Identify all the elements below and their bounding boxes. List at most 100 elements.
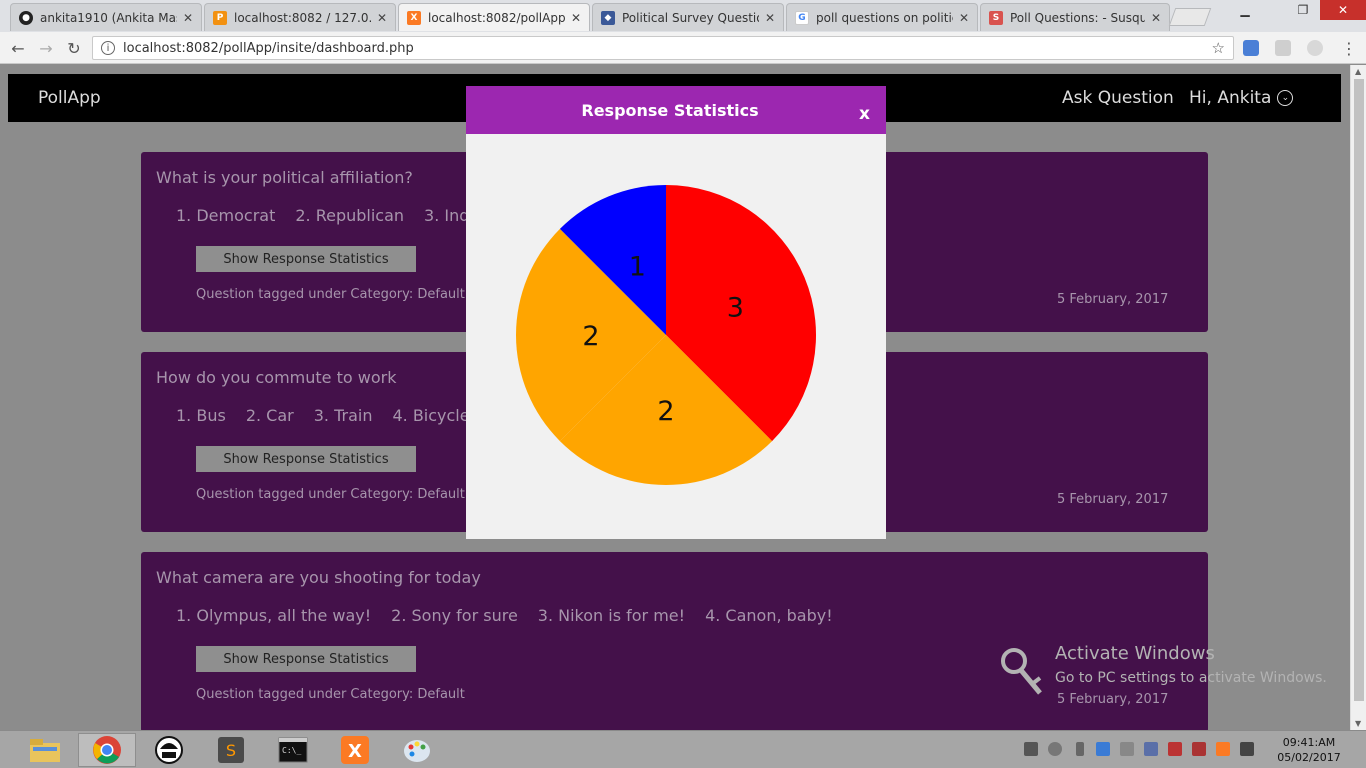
tray-icon[interactable] (1192, 742, 1206, 756)
option-item[interactable]: 1. Olympus, all the way! (176, 606, 371, 625)
option-item[interactable]: 1. Bus (176, 406, 226, 425)
close-tab-icon[interactable]: ✕ (571, 11, 581, 25)
svg-text:S: S (226, 741, 236, 760)
close-tab-icon[interactable]: ✕ (377, 11, 387, 25)
survey-icon: ◆ (601, 10, 615, 25)
option-item[interactable]: 3. Ind (424, 206, 469, 225)
option-item[interactable]: 4. Canon, baby! (705, 606, 833, 625)
options-list: 1. Democrat 2. Republican 3. Ind (176, 206, 469, 225)
tray-icon[interactable] (1144, 742, 1158, 756)
option-item[interactable]: 3. Nikon is for me! (538, 606, 685, 625)
phpmyadmin-icon: P (213, 10, 227, 25)
browser-tab-strip: ● ankita1910 (Ankita Masand) ✕ P localho… (0, 0, 1366, 32)
window-close-button[interactable]: ✕ (1320, 0, 1366, 20)
pie-slice-label: 2 (582, 321, 599, 352)
volume-tray-icon[interactable] (1168, 742, 1182, 756)
app-brand[interactable]: PollApp (38, 88, 101, 108)
clock-date: 05/02/2017 (1277, 751, 1341, 764)
tray-icon[interactable] (1240, 742, 1254, 756)
tray-icon[interactable] (1120, 742, 1134, 756)
github-icon: ● (19, 10, 33, 25)
show-response-statistics-button[interactable]: Show Response Statistics (196, 446, 416, 472)
reload-icon[interactable]: ↻ (63, 37, 85, 59)
bookmark-star-icon[interactable]: ☆ (1212, 39, 1225, 57)
browser-tab[interactable]: ◆ Political Survey Questions ✕ (592, 3, 784, 31)
close-tab-icon[interactable]: ✕ (1151, 11, 1161, 25)
paint-icon[interactable] (388, 733, 446, 767)
greeting-text: Hi, Ankita (1189, 88, 1272, 108)
new-tab-button[interactable] (1168, 8, 1212, 26)
options-list: 1. Bus 2. Car 3. Train 4. Bicycle (176, 406, 470, 425)
scroll-down-icon[interactable]: ▼ (1355, 719, 1361, 728)
network-tray-icon[interactable] (1024, 742, 1038, 756)
option-item[interactable]: 1. Democrat (176, 206, 275, 225)
chrome-icon[interactable] (78, 733, 136, 767)
category-text: Question tagged under Category: Default (196, 287, 465, 302)
info-icon[interactable]: i (101, 41, 115, 55)
category-text: Question tagged under Category: Default (196, 687, 465, 702)
scroll-up-icon[interactable]: ▲ (1355, 67, 1361, 76)
browser-tab[interactable]: ● ankita1910 (Ankita Masand) ✕ (10, 3, 202, 31)
restore-button[interactable]: ❐ (1288, 0, 1318, 20)
extension-icon[interactable] (1307, 40, 1323, 56)
pie-slice-label: 3 (727, 292, 744, 323)
show-response-statistics-button[interactable]: Show Response Statistics (196, 646, 416, 672)
clock-time: 09:41:AM (1282, 736, 1336, 749)
browser-tab[interactable]: S Poll Questions: - Susquehanna ✕ (980, 3, 1170, 31)
tray-icon[interactable] (1096, 742, 1110, 756)
options-list: 1. Olympus, all the way! 2. Sony for sur… (176, 606, 833, 625)
browser-tab-active[interactable]: X localhost:8082/pollApp/insite ✕ (398, 3, 590, 31)
option-item[interactable]: 4. Bicycle (392, 406, 469, 425)
show-response-statistics-button[interactable]: Show Response Statistics (196, 246, 416, 272)
battery-tray-icon[interactable] (1076, 742, 1084, 756)
modal-title: Response Statistics (581, 101, 759, 120)
close-tab-icon[interactable]: ✕ (959, 11, 969, 25)
url-text: localhost:8082/pollApp/insite/dashboard.… (123, 40, 414, 56)
question-text: What camera are you shooting for today (156, 568, 481, 587)
back-icon[interactable]: ← (7, 37, 29, 59)
sync-tray-icon[interactable] (1048, 742, 1062, 756)
date-text: 5 February, 2017 (1057, 492, 1169, 507)
xampp-tray-icon[interactable] (1216, 742, 1230, 756)
browser-tab[interactable]: G poll questions on politics ✕ (786, 3, 978, 31)
chevron-down-icon: ⌄ (1277, 90, 1294, 106)
browser-toolbar: ← → ↻ i localhost:8082/pollApp/insite/da… (0, 32, 1366, 64)
question-card: What camera are you shooting for today 1… (141, 552, 1208, 730)
sublime-text-icon[interactable]: S (202, 733, 260, 767)
question-text: How do you commute to work (156, 368, 397, 387)
address-bar[interactable]: i localhost:8082/pollApp/insite/dashboar… (92, 36, 1234, 60)
browser-tab[interactable]: P localhost:8082 / 127.0.0.1 ✕ (204, 3, 396, 31)
modal-close-button[interactable]: x (859, 104, 870, 124)
option-item[interactable]: 2. Republican (295, 206, 404, 225)
response-statistics-modal: Response Statistics x 3 2 2 1 (466, 86, 886, 539)
system-clock[interactable]: 09:41:AM 05/02/2017 (1274, 735, 1344, 765)
forward-icon[interactable]: → (35, 37, 57, 59)
extension-icon[interactable] (1275, 40, 1291, 56)
pie-slice-label: 2 (657, 396, 674, 427)
windows-taskbar: S C:\_ X 09:41:AM 05/02/2017 (0, 730, 1366, 768)
activate-title: Activate Windows (1055, 643, 1215, 664)
pie-slice-label: 1 (629, 252, 646, 283)
site-icon: S (989, 10, 1003, 25)
google-icon: G (795, 10, 809, 25)
date-text: 5 February, 2017 (1057, 692, 1169, 707)
response-pie-chart: 3 2 2 1 (516, 185, 816, 485)
translate-extension-icon[interactable] (1243, 40, 1259, 56)
xampp-icon[interactable]: X (326, 733, 384, 767)
ask-question-link[interactable]: Ask Question (1062, 88, 1174, 108)
close-tab-icon[interactable]: ✕ (765, 11, 775, 25)
minimize-button[interactable]: ▁ (1230, 0, 1260, 20)
close-tab-icon[interactable]: ✕ (183, 11, 193, 25)
app-icon[interactable] (140, 733, 198, 767)
user-menu[interactable]: Hi, Ankita ⌄ (1189, 88, 1294, 108)
menu-icon[interactable]: ⋮ (1338, 37, 1360, 59)
svg-text:C:\_: C:\_ (282, 746, 301, 755)
option-item[interactable]: 3. Train (314, 406, 373, 425)
file-explorer-icon[interactable] (16, 733, 74, 767)
option-item[interactable]: 2. Car (246, 406, 294, 425)
page-scrollbar[interactable]: ▲ ▼ (1350, 65, 1366, 730)
option-item[interactable]: 2. Sony for sure (391, 606, 518, 625)
command-prompt-icon[interactable]: C:\_ (264, 733, 322, 767)
scrollbar-thumb[interactable] (1354, 79, 1364, 701)
xampp-icon: X (407, 10, 421, 25)
